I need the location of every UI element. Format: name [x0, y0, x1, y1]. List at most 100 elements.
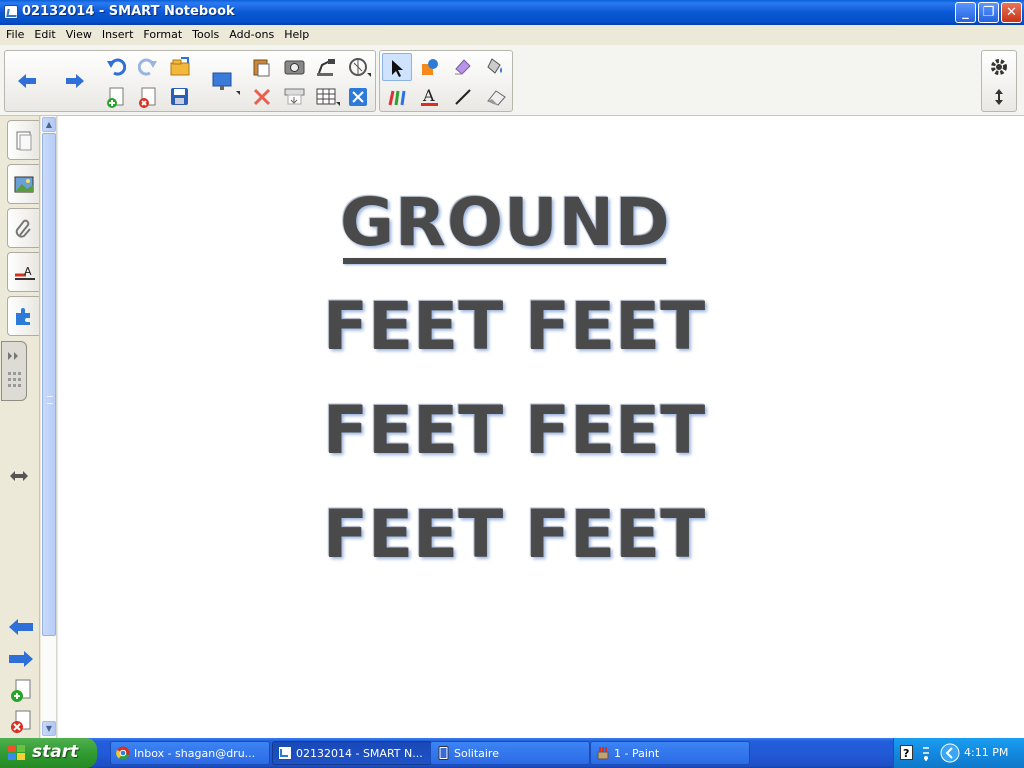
restore-icon: ❐ [982, 5, 995, 20]
text-button[interactable]: A [415, 83, 445, 111]
creative-pens-icon [388, 90, 406, 106]
screen-button[interactable] [205, 67, 245, 95]
sidebar-add-page-button[interactable] [9, 679, 33, 706]
word-row2-right[interactable]: FEET [525, 392, 705, 469]
back-button[interactable] [11, 67, 41, 95]
expand-handle-icon [8, 352, 21, 387]
word-row3-left[interactable]: FEET [323, 496, 503, 573]
menu-help[interactable]: Help [278, 25, 313, 41]
notebook-page-canvas[interactable]: GROUND FEET FEET FEET FEET FEET FEET [58, 116, 1024, 738]
settings-button[interactable] [984, 53, 1014, 81]
menu-view[interactable]: View [60, 25, 96, 41]
open-icon [170, 57, 190, 76]
restore-button[interactable]: ❐ [978, 2, 999, 23]
minimize-icon: _ [962, 5, 969, 20]
sidebar-delete-page-button[interactable] [9, 710, 33, 737]
minimize-button[interactable]: _ [955, 2, 976, 23]
scroll-up-button[interactable]: ▲ [42, 117, 56, 132]
delete-button[interactable] [247, 83, 277, 111]
select-button[interactable] [382, 53, 412, 81]
clock[interactable]: 4:11 PM [964, 746, 1008, 759]
lines-button[interactable] [448, 83, 478, 111]
tab-attachments[interactable] [7, 208, 39, 248]
redo-button[interactable] [133, 53, 163, 81]
smart-notebook-app-icon[interactable] [4, 5, 18, 19]
word-row1-left[interactable]: FEET [323, 288, 503, 365]
show-hidden-icons-icon[interactable] [940, 743, 960, 763]
menu-insert[interactable]: Insert [96, 25, 138, 41]
page-sorter-icon [16, 131, 32, 151]
menu-bar: File Edit View Insert Format Tools Add-ons Help [0, 25, 1024, 45]
heading-text[interactable]: GROUND [340, 184, 671, 261]
document-camera-button[interactable] [311, 53, 341, 81]
magic-pen-button[interactable] [448, 53, 478, 81]
gallery-icon [14, 176, 34, 193]
tab-gallery[interactable] [7, 164, 39, 204]
task-solitaire[interactable]: Solitaire [430, 741, 590, 765]
network-icon[interactable] [921, 744, 931, 762]
properties-icon: A [15, 265, 35, 280]
word-row3-right[interactable]: FEET [525, 496, 705, 573]
toolbar-group-settings [981, 50, 1017, 112]
table-button[interactable] [311, 83, 341, 111]
undo-button[interactable] [101, 53, 131, 81]
smart-notebook-icon [278, 746, 292, 760]
menu-tools[interactable]: Tools [186, 25, 223, 41]
start-label: start [32, 742, 79, 762]
help-icon[interactable]: ? [900, 745, 914, 761]
start-button[interactable]: start [0, 738, 97, 768]
scroll-down-button[interactable]: ▼ [42, 721, 56, 736]
add-page-button[interactable] [101, 83, 131, 111]
move-toolbar-button[interactable] [984, 83, 1014, 111]
open-button[interactable] [165, 53, 195, 81]
creative-pens-button[interactable] [382, 83, 412, 111]
tab-add-ons[interactable] [7, 296, 39, 336]
screen-shade-icon [284, 88, 305, 105]
paste-button[interactable] [247, 53, 277, 81]
puzzle-icon [16, 308, 30, 325]
forward-button[interactable] [59, 67, 89, 95]
capture-button[interactable] [279, 53, 309, 81]
move-toolbar-icon [995, 89, 1003, 105]
fill-icon [487, 58, 502, 74]
move-sidebar-button[interactable] [9, 469, 29, 486]
scroll-thumb[interactable] [42, 133, 56, 636]
close-icon: ✕ [1006, 5, 1017, 20]
delete-page-icon [11, 710, 31, 733]
task-inbox[interactable]: Inbox - shagan@dru... [110, 741, 270, 765]
windows-flag-icon [8, 745, 25, 760]
word-row2-left[interactable]: FEET [323, 392, 503, 469]
tab-page-sorter[interactable] [7, 120, 39, 160]
measurement-tools-icon [349, 58, 371, 77]
delete-page-button[interactable] [133, 83, 163, 111]
tab-properties[interactable]: A [7, 252, 39, 292]
save-icon [171, 88, 188, 105]
next-page-button[interactable] [7, 648, 35, 673]
toolbar: A [0, 45, 1024, 116]
full-screen-button[interactable] [343, 83, 373, 111]
save-button[interactable] [165, 83, 195, 111]
previous-page-button[interactable] [7, 616, 35, 641]
eraser-button[interactable] [481, 83, 511, 111]
vertical-scrollbar[interactable]: ▲ ▼ [41, 116, 57, 738]
menu-file[interactable]: File [0, 25, 28, 41]
heading-underline [343, 258, 666, 264]
close-button[interactable]: ✕ [1001, 2, 1022, 23]
word-row1-right[interactable]: FEET [525, 288, 705, 365]
shapes-button[interactable] [415, 53, 445, 81]
delete-icon [253, 88, 271, 106]
menu-format[interactable]: Format [137, 25, 186, 41]
paste-icon [253, 59, 270, 77]
settings-icon [991, 59, 1007, 75]
task-paint[interactable]: 1 - Paint [590, 741, 750, 765]
side-panel-handle[interactable] [1, 341, 27, 401]
fill-button[interactable] [481, 53, 511, 81]
menu-edit[interactable]: Edit [28, 25, 59, 41]
title-bar: 02132014 - SMART Notebook _ ❐ ✕ [0, 0, 1024, 25]
task-smart-notebook[interactable]: 02132014 - SMART N... [272, 741, 432, 765]
measurement-tools-button[interactable] [343, 53, 373, 81]
screen-shade-button[interactable] [279, 83, 309, 111]
left-right-arrow-icon [10, 471, 28, 481]
menu-add-ons[interactable]: Add-ons [223, 25, 278, 41]
capture-icon [284, 60, 305, 75]
